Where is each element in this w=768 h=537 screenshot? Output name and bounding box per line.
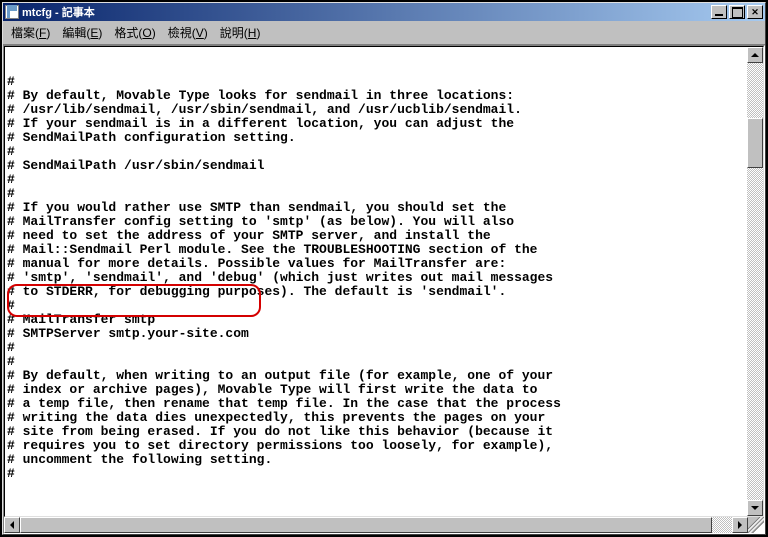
horizontal-scrollbar[interactable] [4,517,764,533]
text-line: # uncomment the following setting. [7,453,745,467]
menu-format[interactable]: 格式(O) [108,23,161,42]
scroll-right-button[interactable] [732,517,748,533]
text-line: # MailTransfer smtp [7,313,745,327]
text-line: # [7,341,745,355]
text-line: # SendMailPath configuration setting. [7,131,745,145]
menu-view[interactable]: 檢視(V) [162,23,214,42]
text-line: # writing the data dies unexpectedly, th… [7,411,745,425]
text-line: # SendMailPath /usr/sbin/sendmail [7,159,745,173]
v-scroll-track[interactable] [747,63,763,500]
text-line: # Mail::Sendmail Perl module. See the TR… [7,243,745,257]
text-line: # /usr/lib/sendmail, /usr/sbin/sendmail,… [7,103,745,117]
minimize-button[interactable] [711,5,727,19]
text-line: # By default, Movable Type looks for sen… [7,89,745,103]
close-button[interactable] [747,5,763,19]
window-controls [709,5,763,19]
text-line: # If your sendmail is in a different loc… [7,117,745,131]
text-line: # 'smtp', 'sendmail', and 'debug' (which… [7,271,745,285]
text-line: # a temp file, then rename that temp fil… [7,397,745,411]
menu-file[interactable]: 檔案(F) [5,23,56,42]
text-line: # MailTransfer config setting to 'smtp' … [7,215,745,229]
text-line: # SMTPServer smtp.your-site.com [7,327,745,341]
scroll-up-button[interactable] [747,47,763,63]
vertical-scrollbar[interactable] [747,47,763,516]
text-line: # [7,75,745,89]
text-line: # [7,145,745,159]
text-line: # need to set the address of your SMTP s… [7,229,745,243]
text-line: # By default, when writing to an output … [7,369,745,383]
text-line: # [7,299,745,313]
text-line: # If you would rather use SMTP than send… [7,201,745,215]
text-editor[interactable]: ## By default, Movable Type looks for se… [5,47,747,516]
titlebar[interactable]: mtcfg - 記事本 [3,3,765,21]
text-line: # requires you to set directory permissi… [7,439,745,453]
scroll-down-button[interactable] [747,500,763,516]
maximize-button[interactable] [729,5,745,19]
text-line: # site from being erased. If you do not … [7,425,745,439]
window-title: mtcfg - 記事本 [22,4,709,20]
notepad-icon [5,5,19,19]
menubar: 檔案(F) 編輯(E) 格式(O) 檢視(V) 說明(H) [3,21,765,45]
menu-edit[interactable]: 編輯(E) [56,23,108,42]
text-line: # [7,467,745,481]
text-line: # [7,355,745,369]
text-line: # to STDERR, for debugging purposes). Th… [7,285,745,299]
text-line: # [7,173,745,187]
h-scroll-thumb[interactable] [20,517,712,533]
text-line: # [7,187,745,201]
scroll-left-button[interactable] [4,517,20,533]
text-line: # index or archive pages), Movable Type … [7,383,745,397]
size-grip[interactable] [748,517,764,533]
text-line: # manual for more details. Possible valu… [7,257,745,271]
client-area: ## By default, Movable Type looks for se… [3,45,765,534]
menu-help[interactable]: 說明(H) [214,23,267,42]
h-scroll-track[interactable] [20,517,732,533]
v-scroll-thumb[interactable] [747,118,763,168]
app-window: mtcfg - 記事本 檔案(F) 編輯(E) 格式(O) 檢視(V) 說明(H… [2,2,766,535]
